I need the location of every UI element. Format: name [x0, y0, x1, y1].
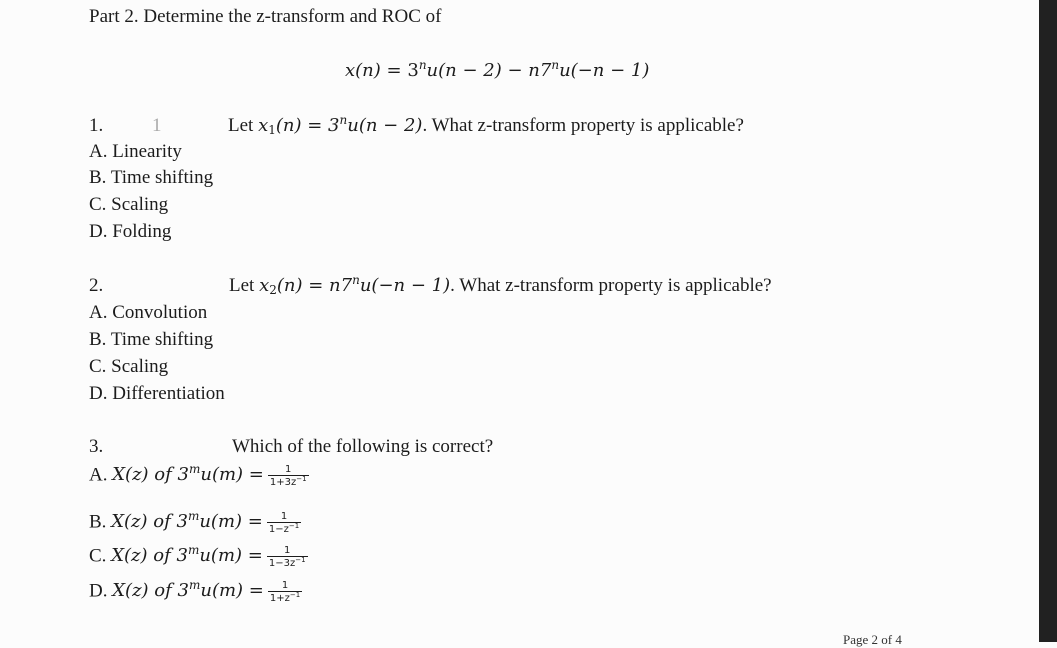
option-c: C. Scaling [89, 356, 169, 377]
equation-middle: u(n − 2) − n7 [426, 60, 552, 81]
signal-rest: u(−n − 1) [359, 275, 451, 296]
main-equation: x(n) = 3nu(n − 2) − n7nu(−n − 1) [345, 58, 650, 82]
option-b: B. Time shifting [89, 329, 214, 350]
signal-arg: (n) = n7 [276, 275, 353, 296]
question-prompt: Let x2(n) = n7nu(−n − 1). What z-transfo… [229, 273, 772, 297]
part-heading: Part 2. Determine the z-transform and RO… [89, 6, 442, 27]
option-expression: X(z) of 3mu(m) = [112, 462, 264, 486]
equation-base: 3 [407, 60, 419, 81]
prompt-suffix: . What z-transform property is applicabl… [450, 275, 772, 296]
expr-rest: u(m) = [199, 511, 263, 533]
expr-exp: m [187, 509, 200, 524]
option-b: B. X(z) of 3mu(m) = 1 1−z−1 [89, 509, 302, 535]
option-d: D. Differentiation [89, 383, 225, 404]
fraction: 1 1+z−1 [267, 580, 303, 604]
denominator-base: 1+3z [269, 477, 297, 488]
expr-exp: m [187, 543, 200, 558]
question-prompt: Which of the following is correct? [232, 436, 494, 457]
option-d: D. Folding [89, 221, 172, 242]
signal-subscript: 2 [269, 283, 277, 297]
question-number: 2. [89, 275, 104, 296]
equation-exp-1: n [418, 58, 427, 72]
numerator: 1 [281, 580, 289, 591]
option-d: D. X(z) of 3mu(m) = 1 1+z−1 [89, 578, 303, 604]
denominator-exp: −1 [289, 591, 301, 599]
denominator-base: 1−3z [268, 558, 296, 569]
expr-rest: u(m) = [200, 464, 264, 486]
denominator: 1−z−1 [266, 522, 302, 535]
option-expression: X(z) of 3mu(m) = [111, 543, 263, 567]
signal-expression: x2(n) = n7nu(−n − 1) [259, 273, 451, 297]
denominator: 1+3z−1 [267, 475, 309, 488]
option-expression: X(z) of 3mu(m) = [112, 578, 264, 602]
question-prompt: Let x1(n) = 3nu(n − 2). What z-transform… [228, 114, 744, 137]
viewer-edge-strip [1039, 0, 1057, 642]
fraction: 1 1+3z−1 [267, 464, 309, 488]
equation-exp-2: n [551, 58, 560, 72]
expr-rest: u(m) = [200, 580, 264, 602]
prompt-prefix: Let [228, 115, 259, 136]
expr-head: X(z) of 3 [112, 580, 189, 602]
signal-arg: (n) = 3 [275, 115, 340, 136]
prompt-prefix: Let [229, 275, 260, 296]
prompt-suffix: . What z-transform property is applicabl… [422, 115, 744, 136]
expr-exp: m [188, 578, 201, 593]
question-number: 3. [89, 436, 104, 457]
denominator-exp: −1 [296, 475, 307, 483]
document-page: Part 2. Determine the z-transform and RO… [0, 0, 1039, 647]
expr-head: X(z) of 3 [112, 464, 189, 486]
denominator-base: 1+z [269, 593, 290, 604]
signal-expression: x1(n) = 3nu(n − 2) [258, 114, 423, 137]
expr-head: X(z) of 3 [111, 545, 188, 567]
signal-exp: n [352, 273, 360, 287]
option-letter: D. [89, 580, 108, 602]
numerator: 1 [285, 464, 292, 475]
denominator-exp: −1 [295, 556, 306, 564]
option-letter: B. [89, 511, 107, 533]
denominator: 1−3z−1 [266, 556, 308, 569]
option-c: C. Scaling [89, 194, 169, 215]
option-letter: A. [89, 464, 108, 486]
expr-rest: u(m) = [199, 545, 263, 567]
numerator: 1 [284, 545, 291, 556]
equation-equals: = [386, 60, 402, 81]
equation-tail: u(−n − 1) [559, 60, 650, 81]
page-footer: Page 2 of 4 [843, 632, 902, 647]
option-a: A. X(z) of 3mu(m) = 1 1+3z−1 [89, 462, 309, 488]
option-b: B. Time shifting [89, 167, 214, 188]
denominator-exp: −1 [288, 522, 300, 530]
fraction: 1 1−3z−1 [266, 545, 308, 569]
denominator-base: 1−z [268, 524, 289, 535]
question-number: 1. [89, 115, 104, 136]
fraction: 1 1−z−1 [266, 511, 302, 535]
expr-head: X(z) of 3 [111, 511, 188, 533]
expr-exp: m [188, 462, 201, 477]
option-expression: X(z) of 3mu(m) = [111, 509, 263, 533]
signal-rest: u(n − 2) [347, 115, 423, 136]
signal-name: x [258, 115, 269, 136]
equation-lhs: x(n) [345, 60, 381, 81]
denominator: 1+z−1 [267, 591, 303, 604]
signal-subscript: 1 [268, 123, 276, 137]
option-a: A. Linearity [89, 141, 182, 162]
option-c: C. X(z) of 3mu(m) = 1 1−3z−1 [89, 543, 308, 569]
option-a: A. Convolution [89, 302, 208, 323]
signal-name: x [259, 275, 270, 296]
numerator: 1 [280, 511, 288, 522]
faint-mark: 1 [152, 115, 162, 136]
option-letter: C. [89, 545, 107, 567]
